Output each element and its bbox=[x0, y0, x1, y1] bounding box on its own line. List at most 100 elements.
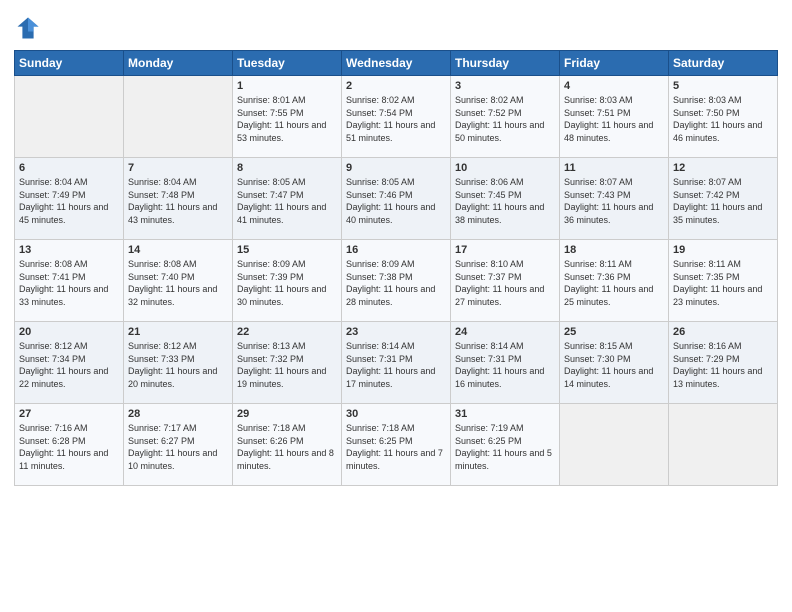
calendar-cell: 18 Sunrise: 8:11 AM Sunset: 7:36 PM Dayli… bbox=[560, 240, 669, 322]
calendar-cell: 12 Sunrise: 8:07 AM Sunset: 7:42 PM Dayli… bbox=[669, 158, 778, 240]
calendar-cell: 13 Sunrise: 8:08 AM Sunset: 7:41 PM Dayli… bbox=[15, 240, 124, 322]
day-info: Sunrise: 8:05 AM Sunset: 7:46 PM Dayligh… bbox=[346, 176, 446, 226]
calendar-cell: 21 Sunrise: 8:12 AM Sunset: 7:33 PM Dayli… bbox=[124, 322, 233, 404]
day-info: Sunrise: 8:09 AM Sunset: 7:38 PM Dayligh… bbox=[346, 258, 446, 308]
day-number: 3 bbox=[455, 80, 555, 92]
day-info: Sunrise: 8:12 AM Sunset: 7:34 PM Dayligh… bbox=[19, 340, 119, 390]
calendar-cell: 8Sunrise: 8:05 AM Sunset: 7:47 PM Daylig… bbox=[233, 158, 342, 240]
calendar-cell: 7 Sunrise: 8:04 AM Sunset: 7:48 PM Daylig… bbox=[124, 158, 233, 240]
calendar-cell: 23 Sunrise: 8:14 AM Sunset: 7:31 PM Dayli… bbox=[342, 322, 451, 404]
calendar-cell bbox=[669, 404, 778, 486]
day-number: 21 bbox=[128, 326, 228, 338]
day-info: Sunrise: 8:02 AM Sunset: 7:52 PM Dayligh… bbox=[455, 94, 555, 144]
day-number: 9 bbox=[346, 162, 446, 174]
day-number: 30 bbox=[346, 408, 446, 420]
calendar-cell: 6 Sunrise: 8:04 AM Sunset: 7:49 PM Daylig… bbox=[15, 158, 124, 240]
day-info: Sunrise: 8:11 AM Sunset: 7:36 PM Dayligh… bbox=[564, 258, 664, 308]
day-number: 10 bbox=[455, 162, 555, 174]
calendar-cell: 17Sunrise: 8:10 AM Sunset: 7:37 PM Dayli… bbox=[451, 240, 560, 322]
day-info: Sunrise: 8:02 AM Sunset: 7:54 PM Dayligh… bbox=[346, 94, 446, 144]
calendar-week-1: 1 Sunrise: 8:01 AM Sunset: 7:55 PM Daylig… bbox=[15, 76, 778, 158]
day-info: Sunrise: 8:08 AM Sunset: 7:41 PM Dayligh… bbox=[19, 258, 119, 308]
day-number: 28 bbox=[128, 408, 228, 420]
day-number: 1 bbox=[237, 80, 337, 92]
header-wednesday: Wednesday bbox=[342, 51, 451, 76]
day-info: Sunrise: 8:01 AM Sunset: 7:55 PM Dayligh… bbox=[237, 94, 337, 144]
day-info: Sunrise: 8:06 AM Sunset: 7:45 PM Dayligh… bbox=[455, 176, 555, 226]
calendar-cell: 19 Sunrise: 8:11 AM Sunset: 7:35 PM Dayli… bbox=[669, 240, 778, 322]
calendar-cell: 22 Sunrise: 8:13 AM Sunset: 7:32 PM Dayli… bbox=[233, 322, 342, 404]
calendar-header-row: SundayMondayTuesdayWednesdayThursdayFrid… bbox=[15, 51, 778, 76]
day-number: 24 bbox=[455, 326, 555, 338]
day-info: Sunrise: 8:07 AM Sunset: 7:42 PM Dayligh… bbox=[673, 176, 773, 226]
calendar-week-5: 27 Sunrise: 7:16 AM Sunset: 6:28 PM Dayli… bbox=[15, 404, 778, 486]
day-info: Sunrise: 8:05 AM Sunset: 7:47 PM Dayligh… bbox=[237, 176, 337, 226]
day-info: Sunrise: 8:15 AM Sunset: 7:30 PM Dayligh… bbox=[564, 340, 664, 390]
calendar-table: SundayMondayTuesdayWednesdayThursdayFrid… bbox=[14, 50, 778, 486]
calendar-week-4: 20 Sunrise: 8:12 AM Sunset: 7:34 PM Dayli… bbox=[15, 322, 778, 404]
header-saturday: Saturday bbox=[669, 51, 778, 76]
day-number: 31 bbox=[455, 408, 555, 420]
day-number: 26 bbox=[673, 326, 773, 338]
day-number: 5 bbox=[673, 80, 773, 92]
day-number: 15 bbox=[237, 244, 337, 256]
calendar-cell bbox=[124, 76, 233, 158]
page-header bbox=[14, 10, 778, 42]
day-number: 18 bbox=[564, 244, 664, 256]
calendar-cell: 27 Sunrise: 7:16 AM Sunset: 6:28 PM Dayli… bbox=[15, 404, 124, 486]
calendar-cell: 30 Sunrise: 7:18 AM Sunset: 6:25 PM Dayli… bbox=[342, 404, 451, 486]
day-info: Sunrise: 8:08 AM Sunset: 7:40 PM Dayligh… bbox=[128, 258, 228, 308]
day-number: 12 bbox=[673, 162, 773, 174]
day-info: Sunrise: 8:04 AM Sunset: 7:48 PM Dayligh… bbox=[128, 176, 228, 226]
calendar-cell: 3 Sunrise: 8:02 AM Sunset: 7:52 PM Daylig… bbox=[451, 76, 560, 158]
day-info: Sunrise: 8:14 AM Sunset: 7:31 PM Dayligh… bbox=[346, 340, 446, 390]
day-number: 22 bbox=[237, 326, 337, 338]
calendar-cell: 4Sunrise: 8:03 AM Sunset: 7:51 PM Daylig… bbox=[560, 76, 669, 158]
calendar-cell bbox=[560, 404, 669, 486]
day-number: 14 bbox=[128, 244, 228, 256]
day-number: 6 bbox=[19, 162, 119, 174]
day-info: Sunrise: 8:03 AM Sunset: 7:50 PM Dayligh… bbox=[673, 94, 773, 144]
day-info: Sunrise: 7:16 AM Sunset: 6:28 PM Dayligh… bbox=[19, 422, 119, 472]
day-info: Sunrise: 8:12 AM Sunset: 7:33 PM Dayligh… bbox=[128, 340, 228, 390]
calendar-cell: 9 Sunrise: 8:05 AM Sunset: 7:46 PM Daylig… bbox=[342, 158, 451, 240]
day-number: 11 bbox=[564, 162, 664, 174]
day-info: Sunrise: 7:19 AM Sunset: 6:25 PM Dayligh… bbox=[455, 422, 555, 472]
day-info: Sunrise: 8:09 AM Sunset: 7:39 PM Dayligh… bbox=[237, 258, 337, 308]
header-monday: Monday bbox=[124, 51, 233, 76]
calendar-week-2: 6 Sunrise: 8:04 AM Sunset: 7:49 PM Daylig… bbox=[15, 158, 778, 240]
day-info: Sunrise: 7:18 AM Sunset: 6:26 PM Dayligh… bbox=[237, 422, 337, 472]
calendar-cell: 5 Sunrise: 8:03 AM Sunset: 7:50 PM Daylig… bbox=[669, 76, 778, 158]
calendar-week-3: 13 Sunrise: 8:08 AM Sunset: 7:41 PM Dayli… bbox=[15, 240, 778, 322]
day-number: 7 bbox=[128, 162, 228, 174]
page-container: SundayMondayTuesdayWednesdayThursdayFrid… bbox=[0, 0, 792, 612]
calendar-cell: 15 Sunrise: 8:09 AM Sunset: 7:39 PM Dayli… bbox=[233, 240, 342, 322]
calendar-cell: 11Sunrise: 8:07 AM Sunset: 7:43 PM Dayli… bbox=[560, 158, 669, 240]
day-info: Sunrise: 8:13 AM Sunset: 7:32 PM Dayligh… bbox=[237, 340, 337, 390]
day-info: Sunrise: 8:14 AM Sunset: 7:31 PM Dayligh… bbox=[455, 340, 555, 390]
day-number: 27 bbox=[19, 408, 119, 420]
day-info: Sunrise: 7:18 AM Sunset: 6:25 PM Dayligh… bbox=[346, 422, 446, 472]
calendar-cell bbox=[15, 76, 124, 158]
day-number: 23 bbox=[346, 326, 446, 338]
calendar-cell: 14 Sunrise: 8:08 AM Sunset: 7:40 PM Dayli… bbox=[124, 240, 233, 322]
day-info: Sunrise: 8:11 AM Sunset: 7:35 PM Dayligh… bbox=[673, 258, 773, 308]
logo bbox=[14, 14, 44, 42]
day-number: 4 bbox=[564, 80, 664, 92]
day-number: 13 bbox=[19, 244, 119, 256]
calendar-cell: 24 Sunrise: 8:14 AM Sunset: 7:31 PM Dayli… bbox=[451, 322, 560, 404]
calendar-cell: 20 Sunrise: 8:12 AM Sunset: 7:34 PM Dayli… bbox=[15, 322, 124, 404]
day-number: 16 bbox=[346, 244, 446, 256]
header-thursday: Thursday bbox=[451, 51, 560, 76]
calendar-cell: 16 Sunrise: 8:09 AM Sunset: 7:38 PM Dayli… bbox=[342, 240, 451, 322]
calendar-cell: 26Sunrise: 8:16 AM Sunset: 7:29 PM Dayli… bbox=[669, 322, 778, 404]
day-info: Sunrise: 7:17 AM Sunset: 6:27 PM Dayligh… bbox=[128, 422, 228, 472]
calendar-cell: 28 Sunrise: 7:17 AM Sunset: 6:27 PM Dayli… bbox=[124, 404, 233, 486]
day-number: 20 bbox=[19, 326, 119, 338]
day-number: 2 bbox=[346, 80, 446, 92]
day-number: 19 bbox=[673, 244, 773, 256]
header-tuesday: Tuesday bbox=[233, 51, 342, 76]
day-info: Sunrise: 8:04 AM Sunset: 7:49 PM Dayligh… bbox=[19, 176, 119, 226]
header-sunday: Sunday bbox=[15, 51, 124, 76]
calendar-cell: 25Sunrise: 8:15 AM Sunset: 7:30 PM Dayli… bbox=[560, 322, 669, 404]
